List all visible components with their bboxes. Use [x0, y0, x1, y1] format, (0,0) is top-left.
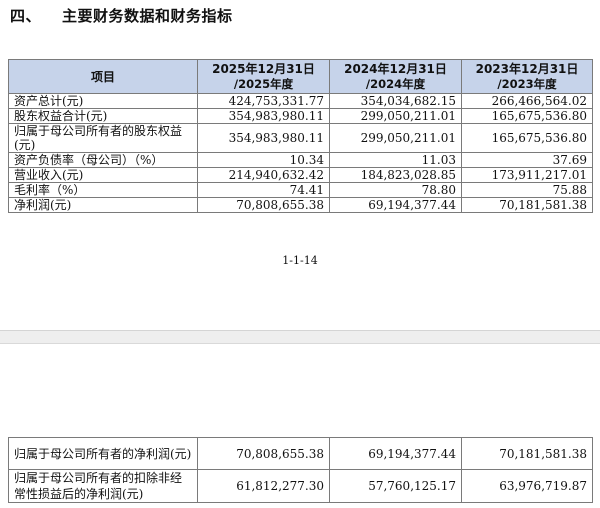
cell-2024: 184,823,028.85: [329, 167, 462, 183]
section-title: 主要财务数据和财务指标: [62, 7, 233, 25]
header-2023-date: 2023年12月31日: [475, 61, 579, 76]
cell-2025: 424,753,331.77: [197, 93, 330, 109]
cell-2025: 61,812,277.30: [197, 469, 330, 503]
cell-2023: 266,466,564.02: [461, 93, 593, 109]
cell-2024: 69,194,377.44: [329, 437, 462, 470]
cell-2023: 173,911,217.01: [461, 167, 593, 183]
cell-2025: 74.41: [197, 182, 330, 198]
cell-2023: 75.88: [461, 182, 593, 198]
table-row: 资产负债率（母公司）（%） 10.34 11.03 37.69: [8, 152, 593, 168]
table-row: 净利润(元) 70,808,655.38 69,194,377.44 70,18…: [8, 197, 593, 213]
cell-2025: 354,983,980.11: [197, 108, 330, 124]
table-row: 营业收入(元) 214,940,632.42 184,823,028.85 17…: [8, 167, 593, 183]
row-label: 归属于母公司所有者的扣除非经常性损益后的净利润(元): [8, 469, 198, 503]
header-2025-period: /2025年度: [233, 76, 294, 91]
header-item: 项目: [8, 59, 198, 94]
table-row: 归属于母公司所有者的净利润(元) 70,808,655.38 69,194,37…: [8, 437, 593, 470]
table-row: 毛利率（%） 74.41 78.80 75.88: [8, 182, 593, 198]
cell-2024: 354,034,682.15: [329, 93, 462, 109]
cell-2024: 69,194,377.44: [329, 197, 462, 213]
row-label: 资产负债率（母公司）（%）: [8, 152, 198, 168]
cell-2024: 299,050,211.01: [329, 108, 462, 124]
table-row: 归属于母公司所有者的扣除非经常性损益后的净利润(元) 61,812,277.30…: [8, 469, 593, 503]
header-2024-period: /2024年度: [365, 76, 426, 91]
cell-2024: 299,050,211.01: [329, 123, 462, 153]
row-label: 净利润(元): [8, 197, 198, 213]
table-row: 股东权益合计(元) 354,983,980.11 299,050,211.01 …: [8, 108, 593, 124]
section-heading: 四、 主要财务数据和财务指标: [10, 5, 233, 26]
cell-2023: 63,976,719.87: [461, 469, 593, 503]
row-label: 毛利率（%）: [8, 182, 198, 198]
page-break-divider: [0, 330, 600, 344]
cell-2024: 78.80: [329, 182, 462, 198]
header-2024: 2024年12月31日 /2024年度: [329, 59, 462, 94]
financial-data-table: 项目 2025年12月31日 /2025年度 2024年12月31日 /2024…: [8, 59, 593, 213]
cell-2025: 70,808,655.38: [197, 437, 330, 470]
row-label: 资产总计(元): [8, 93, 198, 109]
header-2025-date: 2025年12月31日: [212, 61, 315, 76]
row-label: 归属于母公司所有者的净利润(元): [8, 437, 198, 470]
row-label: 营业收入(元): [8, 167, 198, 183]
cell-2025: 214,940,632.42: [197, 167, 330, 183]
page-number: 1-1-14: [282, 254, 318, 267]
cell-2023: 165,675,536.80: [461, 108, 593, 124]
cell-2023: 70,181,581.38: [461, 437, 593, 470]
header-2023: 2023年12月31日 /2023年度: [461, 59, 593, 94]
cell-2025: 10.34: [197, 152, 330, 168]
row-label: 归属于母公司所有者的股东权益(元): [8, 123, 198, 153]
header-2025: 2025年12月31日 /2025年度: [197, 59, 330, 94]
table-row: 资产总计(元) 424,753,331.77 354,034,682.15 26…: [8, 93, 593, 109]
table-row: 归属于母公司所有者的股东权益(元) 354,983,980.11 299,050…: [8, 123, 593, 153]
section-number: 四、: [10, 7, 42, 25]
financial-data-table-continued: 归属于母公司所有者的净利润(元) 70,808,655.38 69,194,37…: [8, 437, 593, 503]
cell-2023: 70,181,581.38: [461, 197, 593, 213]
cell-2025: 354,983,980.11: [197, 123, 330, 153]
cell-2024: 11.03: [329, 152, 462, 168]
cell-2023: 165,675,536.80: [461, 123, 593, 153]
row-label: 股东权益合计(元): [8, 108, 198, 124]
header-2023-period: /2023年度: [497, 76, 557, 91]
cell-2025: 70,808,655.38: [197, 197, 330, 213]
header-2024-date: 2024年12月31日: [344, 61, 447, 76]
cell-2023: 37.69: [461, 152, 593, 168]
table-header-row: 项目 2025年12月31日 /2025年度 2024年12月31日 /2024…: [8, 59, 593, 94]
cell-2024: 57,760,125.17: [329, 469, 462, 503]
